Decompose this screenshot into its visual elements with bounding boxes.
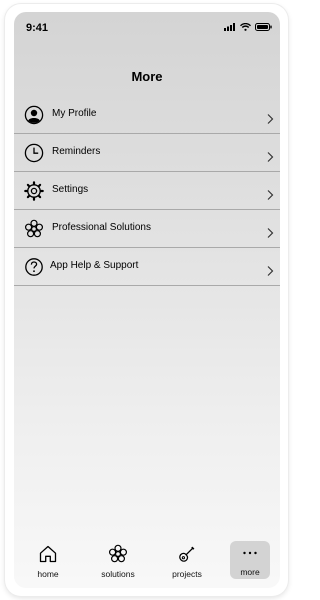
status-icons bbox=[224, 23, 272, 31]
chevron-right-icon bbox=[267, 152, 274, 162]
tab-more[interactable]: more bbox=[230, 541, 270, 579]
page-title: More bbox=[131, 69, 163, 84]
chevron-right-icon bbox=[267, 228, 274, 238]
tab-label: solutions bbox=[101, 569, 135, 579]
menu-item-label: Settings bbox=[52, 184, 89, 195]
status-bar: 9:41 bbox=[14, 12, 280, 36]
guitar-icon bbox=[179, 546, 195, 562]
menu-item-label: App Help & Support bbox=[50, 260, 139, 271]
user-circle-icon bbox=[24, 105, 44, 125]
app-screen: 9:41 More My Profile Reminders Settings … bbox=[14, 12, 280, 588]
tab-label: home bbox=[37, 569, 59, 579]
tab-home[interactable]: home bbox=[27, 542, 69, 582]
flower-icon bbox=[108, 544, 127, 563]
question-circle-icon bbox=[25, 258, 43, 276]
menu-item-reminders[interactable]: Reminders bbox=[14, 134, 280, 172]
flower-icon bbox=[24, 219, 43, 238]
chevron-right-icon bbox=[267, 114, 274, 124]
menu-item-label: Reminders bbox=[52, 146, 101, 157]
menu-item-label: My Profile bbox=[52, 108, 97, 119]
menu-item-label: Professional Solutions bbox=[52, 222, 151, 233]
signal-icon bbox=[224, 23, 235, 31]
gear-icon bbox=[24, 181, 44, 201]
chevron-right-icon bbox=[267, 190, 274, 200]
menu-item-professional-solutions[interactable]: Professional Solutions bbox=[14, 210, 280, 248]
menu-item-app-help-support[interactable]: App Help & Support bbox=[14, 248, 280, 286]
tab-bar: home solutions projects more bbox=[14, 536, 280, 588]
tab-projects[interactable]: projects bbox=[166, 542, 208, 582]
tab-solutions[interactable]: solutions bbox=[97, 542, 139, 582]
phone-frame: 9:41 More My Profile Reminders Settings … bbox=[5, 4, 288, 596]
tab-label: more bbox=[240, 567, 260, 577]
more-menu: My Profile Reminders Settings Profession… bbox=[14, 96, 280, 286]
house-icon bbox=[39, 545, 57, 563]
status-time: 9:41 bbox=[26, 22, 49, 34]
menu-item-my-profile[interactable]: My Profile bbox=[14, 96, 280, 134]
clock-icon bbox=[24, 143, 44, 163]
wifi-icon bbox=[240, 23, 251, 31]
ellipsis-icon bbox=[243, 551, 257, 555]
tab-label: projects bbox=[172, 569, 202, 579]
menu-item-settings[interactable]: Settings bbox=[14, 172, 280, 210]
chevron-right-icon bbox=[267, 266, 274, 276]
battery-icon bbox=[255, 23, 272, 31]
